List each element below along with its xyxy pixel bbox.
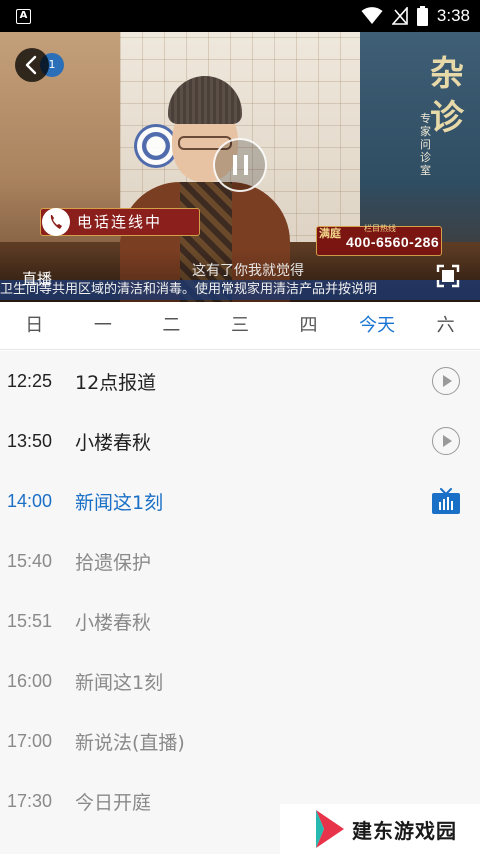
program-title: 今日开庭 <box>75 791 152 814</box>
program-time: 12:25 <box>7 370 53 391</box>
pause-bar-left <box>232 155 237 175</box>
program-title: 拾遗保护 <box>75 551 152 574</box>
watermark: 建东游戏园 <box>280 804 480 854</box>
list-item[interactable]: 16:00 新闻这1刻 <box>0 651 480 711</box>
chevron-left-icon <box>25 55 37 75</box>
list-item[interactable]: 15:40 拾遗保护 <box>0 531 480 591</box>
program-time: 15:40 <box>7 550 53 571</box>
hotline-number: 400-6560-286 <box>346 234 440 250</box>
program-title: 小楼春秋 <box>75 431 152 454</box>
tv-live-icon <box>432 488 460 514</box>
wifi-icon <box>361 7 383 24</box>
no-signal-icon <box>391 7 408 25</box>
fullscreen-button[interactable] <box>436 264 460 288</box>
day-tabs: 日 一 二 三 四 今天 六 <box>0 302 480 350</box>
status-icons: 3:38 <box>361 0 470 32</box>
pause-button[interactable] <box>213 138 267 192</box>
watermark-logo-icon <box>316 810 344 848</box>
phone-icon <box>42 208 70 236</box>
back-button[interactable] <box>15 48 49 82</box>
list-item[interactable]: 15:51 小楼春秋 <box>0 591 480 651</box>
tab-monday[interactable]: 一 <box>69 302 138 350</box>
program-time: 15:51 <box>7 610 53 631</box>
live-label: 直播 <box>22 270 53 288</box>
tab-tuesday[interactable]: 二 <box>137 302 206 350</box>
program-title: 小楼春秋 <box>75 611 152 634</box>
program-time: 14:00 <box>7 490 53 511</box>
list-item[interactable]: 13:50 小楼春秋 <box>0 411 480 471</box>
video-player[interactable]: 杂诊 专家问诊室 1 电话连线中 满庭 栏目热线 400-6560-286 这有… <box>0 32 480 302</box>
program-time: 17:00 <box>7 730 53 751</box>
program-time: 16:00 <box>7 670 53 691</box>
program-title: 新闻这1刻 <box>75 491 164 514</box>
status-time: 3:38 <box>436 6 470 25</box>
program-title: 新说法(直播) <box>75 731 185 754</box>
play-circle-icon[interactable] <box>432 367 460 395</box>
program-time: 17:30 <box>7 790 53 811</box>
pause-bar-right <box>243 155 248 175</box>
app-notification-icon: A <box>16 9 31 24</box>
status-bar: A 3:38 <box>0 0 480 32</box>
hotline-label: 栏目热线 <box>364 224 396 233</box>
news-ticker: 卫生间等共用区域的清洁和消毒。使用常规家用清洁产品并按说明 <box>0 280 480 300</box>
list-item[interactable]: 17:00 新说法(直播) <box>0 711 480 771</box>
schedule-list: 12:25 12点报道 13:50 小楼春秋 14:00 新闻这1刻 15:40… <box>0 351 480 854</box>
battery-icon <box>416 6 428 26</box>
play-circle-icon[interactable] <box>432 427 460 455</box>
tab-saturday[interactable]: 六 <box>411 302 480 350</box>
tab-sunday[interactable]: 日 <box>0 302 69 350</box>
show-tagline: 专家问诊室 <box>420 112 431 177</box>
program-title: 新闻这1刻 <box>75 671 164 694</box>
fullscreen-icon <box>436 264 460 288</box>
list-item[interactable]: 14:00 新闻这1刻 <box>0 471 480 531</box>
tab-today[interactable]: 今天 <box>343 302 412 350</box>
list-item[interactable]: 12:25 12点报道 <box>0 351 480 411</box>
subtitle: 这有了你我就觉得 <box>192 263 304 279</box>
program-time: 13:50 <box>7 430 53 451</box>
watermark-text: 建东游戏园 <box>352 818 457 843</box>
tab-wednesday[interactable]: 三 <box>206 302 275 350</box>
tab-thursday[interactable]: 四 <box>274 302 343 350</box>
program-title: 12点报道 <box>75 371 157 394</box>
